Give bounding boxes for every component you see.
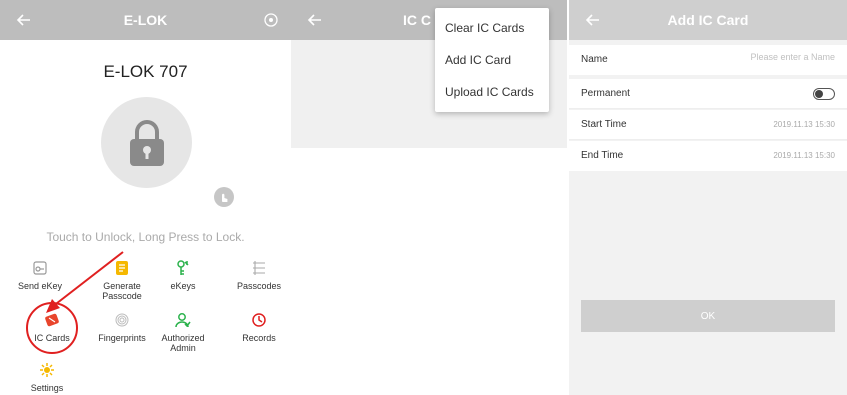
settings-icon (40, 363, 54, 377)
settings-label: Settings (30, 383, 64, 393)
passcodes-button[interactable]: Passcodes (224, 260, 291, 291)
name-label: Name (581, 54, 608, 65)
authorized-admin-button[interactable]: Authorized Admin (148, 312, 218, 353)
records-button[interactable]: Records (224, 312, 291, 343)
page-title: E-LOK (123, 12, 168, 28)
pointer-arrow-icon (46, 251, 124, 313)
name-row: Name (569, 45, 847, 75)
records-label: Records (242, 333, 276, 343)
hand-tap-icon (222, 193, 228, 202)
records-icon (252, 313, 266, 327)
permanent-toggle[interactable] (813, 88, 835, 100)
permanent-label: Permanent (581, 88, 630, 99)
end-time-value: 2019.11.13 15:30 (773, 151, 835, 160)
settings-button[interactable]: Settings (12, 362, 82, 393)
top-bar: E-LOK (0, 0, 291, 40)
fingerprints-label: Fingerprints (98, 333, 146, 343)
page-title: Add IC Card (667, 12, 749, 28)
unlock-hint: Touch to Unlock, Long Press to Lock. (46, 230, 245, 244)
start-time-value: 2019.11.13 15:30 (773, 120, 835, 129)
padlock-icon (130, 120, 164, 166)
options-menu: Clear IC Cards Add IC Card Upload IC Car… (435, 8, 549, 112)
menu-item-clear-ic-cards[interactable]: Clear IC Cards (435, 20, 549, 36)
menu-item-add-ic-card[interactable]: Add IC Card (435, 52, 549, 68)
ok-button[interactable]: OK (581, 300, 835, 332)
ic-cards-screen: IC C Clear IC Cards Add IC Card Upload I… (291, 0, 567, 395)
top-bar: Add IC Card (569, 0, 847, 40)
end-time-row[interactable]: End Time 2019.11.13 15:30 (569, 141, 847, 171)
add-ic-card-screen: Add IC Card Name Permanent Start Time 20… (569, 0, 847, 395)
ekeys-button[interactable]: eKeys (148, 260, 218, 291)
start-time-row[interactable]: Start Time 2019.11.13 15:30 (569, 110, 847, 140)
remote-unlock-button[interactable] (214, 187, 234, 207)
toggle-knob (815, 90, 823, 98)
lock-home-screen: E-LOK E-LOK 707 Touch to Unlock, Long Pr… (0, 0, 291, 395)
lock-name: E-LOK 707 (103, 62, 188, 81)
end-time-label: End Time (581, 150, 624, 161)
back-arrow-icon[interactable] (305, 10, 325, 30)
ekeys-label: eKeys (170, 281, 196, 291)
permanent-row: Permanent (569, 79, 847, 109)
authorized-admin-icon (175, 313, 191, 328)
passcodes-label: Passcodes (236, 281, 282, 291)
passcodes-icon (253, 261, 265, 275)
page-title: IC C (403, 12, 431, 28)
start-time-label: Start Time (581, 119, 627, 130)
menu-item-upload-ic-cards[interactable]: Upload IC Cards (435, 84, 549, 100)
ekeys-icon (177, 260, 189, 275)
name-input[interactable] (685, 52, 835, 62)
lock-settings-icon[interactable] (263, 12, 279, 28)
authorized-admin-label: Authorized Admin (161, 333, 205, 353)
